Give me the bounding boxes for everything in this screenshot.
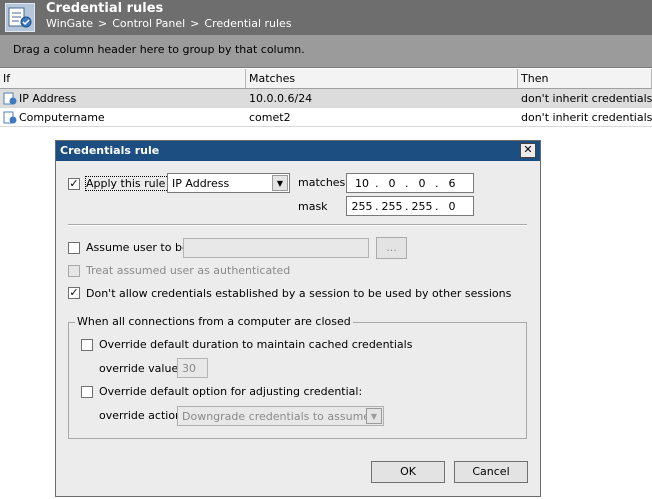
treat-authenticated-label: Treat assumed user as authenticated xyxy=(86,264,291,277)
override-action-label: override action xyxy=(99,409,183,422)
cancel-button[interactable]: Cancel xyxy=(454,461,528,483)
table-row[interactable]: IP Address 10.0.0.6/24 don't inherit cre… xyxy=(0,89,652,108)
breadcrumb-control-panel[interactable]: Control Panel xyxy=(112,17,185,30)
table-row[interactable]: Computername comet2 don't inherit creden… xyxy=(0,108,652,127)
browse-user-button[interactable]: ... xyxy=(376,237,407,259)
divider xyxy=(68,224,527,226)
page-title: Credential rules xyxy=(46,1,164,16)
row-then-cell: don't inherit credentials xyxy=(521,92,652,105)
dont-allow-checkbox[interactable]: ✓ xyxy=(68,287,80,299)
page-header: Credential rules WinGate > Control Panel > C… xyxy=(0,0,652,35)
assume-user-label: Assume user to be xyxy=(86,241,189,254)
matches-ip-input[interactable]: 10 . 0 . 0 . 6 xyxy=(346,173,474,193)
group-by-hint: Drag a column header here to group by th… xyxy=(13,43,305,56)
chevron-down-icon[interactable]: ▼ xyxy=(272,175,288,191)
group-by-panel[interactable]: Drag a column header here to group by th… xyxy=(0,35,652,68)
dont-allow-label: Don't allow credentials established by a… xyxy=(86,287,512,300)
credential-rules-icon xyxy=(5,3,35,32)
rule-icon xyxy=(3,92,17,105)
chevron-down-icon[interactable]: ▼ xyxy=(366,408,382,424)
assume-user-checkbox[interactable] xyxy=(68,242,80,254)
breadcrumb-separator: > xyxy=(190,17,200,30)
column-header-matches[interactable]: Matches xyxy=(246,69,518,88)
override-value-label: override value: xyxy=(99,362,182,375)
column-header-then[interactable]: Then xyxy=(518,69,652,88)
rule-icon xyxy=(3,111,17,124)
column-header-if[interactable]: If xyxy=(0,69,246,88)
rule-type-value: IP Address xyxy=(172,177,230,190)
close-icon: ✕ xyxy=(523,143,533,156)
override-duration-checkbox[interactable] xyxy=(81,339,93,351)
override-action-select[interactable]: Downgrade credentials to assumed ▼ xyxy=(177,406,384,426)
treat-authenticated-checkbox[interactable] xyxy=(68,265,80,277)
row-if-cell: Computername xyxy=(0,108,246,126)
rules-grid: If Matches Then IP Address 10.0.0.6/24 d… xyxy=(0,69,652,127)
credentials-rule-dialog: Credentials rule ✕ ✓ Apply this rule if … xyxy=(55,140,541,497)
close-button[interactable]: ✕ xyxy=(520,143,536,158)
row-matches-cell: 10.0.0.6/24 xyxy=(249,92,313,105)
group-legend: When all connections from a computer are… xyxy=(75,315,353,328)
breadcrumb-credential-rules[interactable]: Credential rules xyxy=(204,17,291,30)
row-matches-cell: comet2 xyxy=(249,111,291,124)
dialog-title: Credentials rule xyxy=(56,141,540,161)
apply-rule-label[interactable]: Apply this rule if xyxy=(85,176,177,191)
matches-label: matches xyxy=(298,176,346,189)
assume-user-input[interactable] xyxy=(183,238,369,258)
grid-header: If Matches Then xyxy=(0,69,652,89)
breadcrumb-wingate[interactable]: WinGate xyxy=(46,17,93,30)
override-duration-label: Override default duration to maintain ca… xyxy=(99,338,413,351)
row-if-cell: IP Address xyxy=(0,89,246,107)
ok-button[interactable]: OK xyxy=(371,461,445,483)
apply-rule-checkbox[interactable]: ✓ xyxy=(68,178,80,190)
row-then-cell: don't inherit credentials xyxy=(521,111,652,124)
override-value-input[interactable]: 30 xyxy=(177,358,208,378)
mask-label: mask xyxy=(298,200,328,213)
breadcrumb: WinGate > Control Panel > Credential rules xyxy=(46,17,295,30)
breadcrumb-separator: > xyxy=(98,17,108,30)
override-option-label: Override default option for adjusting cr… xyxy=(99,385,363,398)
mask-ip-input[interactable]: 255 . 255 . 255 . 0 xyxy=(346,196,474,216)
connections-closed-group: When all connections from a computer are… xyxy=(68,315,527,439)
rule-type-select[interactable]: IP Address ▼ xyxy=(167,173,290,193)
override-option-checkbox[interactable] xyxy=(81,386,93,398)
